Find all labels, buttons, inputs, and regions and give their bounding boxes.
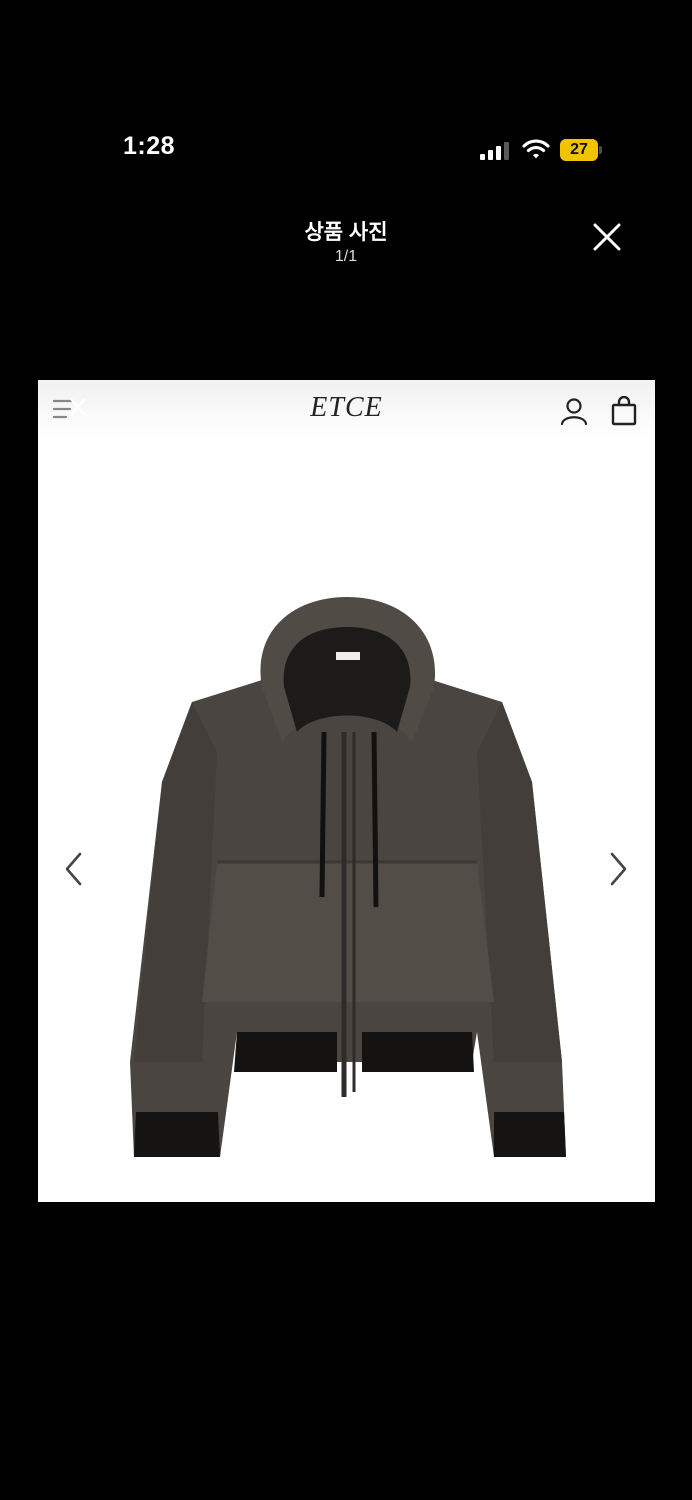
battery-icon: 27 <box>560 139 602 161</box>
site-header: ETCE <box>38 380 655 440</box>
signal-icon <box>480 142 509 160</box>
status-time: 1:28 <box>123 132 176 160</box>
chevron-left-icon[interactable] <box>62 850 86 888</box>
close-icon[interactable] <box>588 218 626 256</box>
wifi-icon <box>522 139 550 159</box>
product-image <box>130 597 566 1157</box>
product-photo: ETCE <box>38 380 655 1202</box>
battery-level: 27 <box>570 141 588 158</box>
chevron-right-icon[interactable] <box>606 850 630 888</box>
user-icon <box>560 398 588 426</box>
shopping-bag-icon <box>611 396 637 426</box>
